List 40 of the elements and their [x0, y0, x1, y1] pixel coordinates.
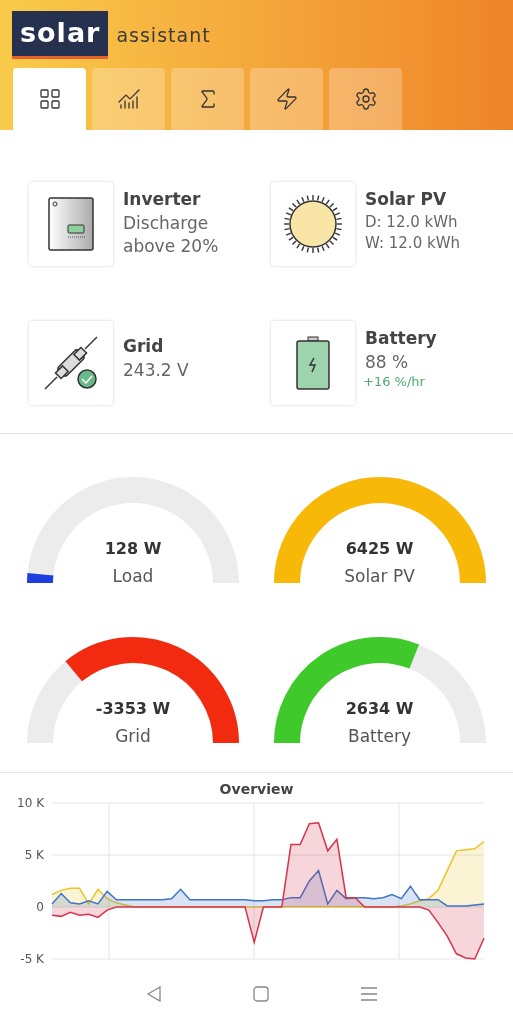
device-value: W: 12.0 kWh — [365, 233, 460, 254]
gauge-value: 6425 W — [345, 539, 414, 558]
axis-label: -5 K — [20, 952, 44, 966]
device-title: Inverter — [123, 188, 202, 211]
gauge-value: -3353 W — [95, 699, 171, 718]
logo-text: assistant — [116, 24, 211, 46]
tab[interactable] — [250, 68, 323, 130]
gauge-label: Load — [112, 566, 154, 586]
charge-rate: +16 %/hr — [363, 374, 426, 389]
logo-brand: solar — [12, 11, 109, 59]
device-value: 243.2 V — [123, 359, 189, 382]
plug-icon — [43, 335, 99, 391]
device-value: Discharge — [123, 212, 210, 235]
device-title: Solar PV — [365, 188, 448, 211]
back-icon[interactable] — [145, 986, 162, 1002]
home-icon[interactable] — [253, 986, 270, 1002]
lightning-icon — [274, 87, 299, 111]
menu-icon[interactable] — [361, 987, 378, 1001]
device-title: Grid — [123, 335, 165, 358]
gauge-value: 128 W — [104, 539, 162, 558]
device-title: Battery — [365, 327, 437, 350]
axis-label: 5 K — [24, 848, 44, 862]
gauge-label: Solar PV — [344, 566, 415, 586]
inverter-icon — [48, 197, 94, 251]
gauge-value: 2634 W — [345, 699, 414, 718]
tab[interactable] — [13, 68, 86, 130]
gauge-label: Grid — [115, 726, 151, 746]
axis-label: 10 K — [17, 797, 44, 810]
device-value: D: 12.0 kWh — [365, 212, 459, 233]
device-value: 88 % — [365, 351, 410, 374]
gauge-label: Battery — [348, 726, 411, 746]
device-value: above 20% — [123, 235, 219, 258]
chart-icon — [116, 87, 141, 111]
chart-title: Overview — [219, 781, 294, 797]
settings-icon — [353, 87, 378, 111]
dashboard-icon — [37, 87, 62, 111]
tab[interactable] — [329, 68, 402, 130]
battery-icon — [296, 336, 330, 390]
axis-label: 0 — [36, 900, 44, 914]
sun-icon — [283, 194, 343, 254]
